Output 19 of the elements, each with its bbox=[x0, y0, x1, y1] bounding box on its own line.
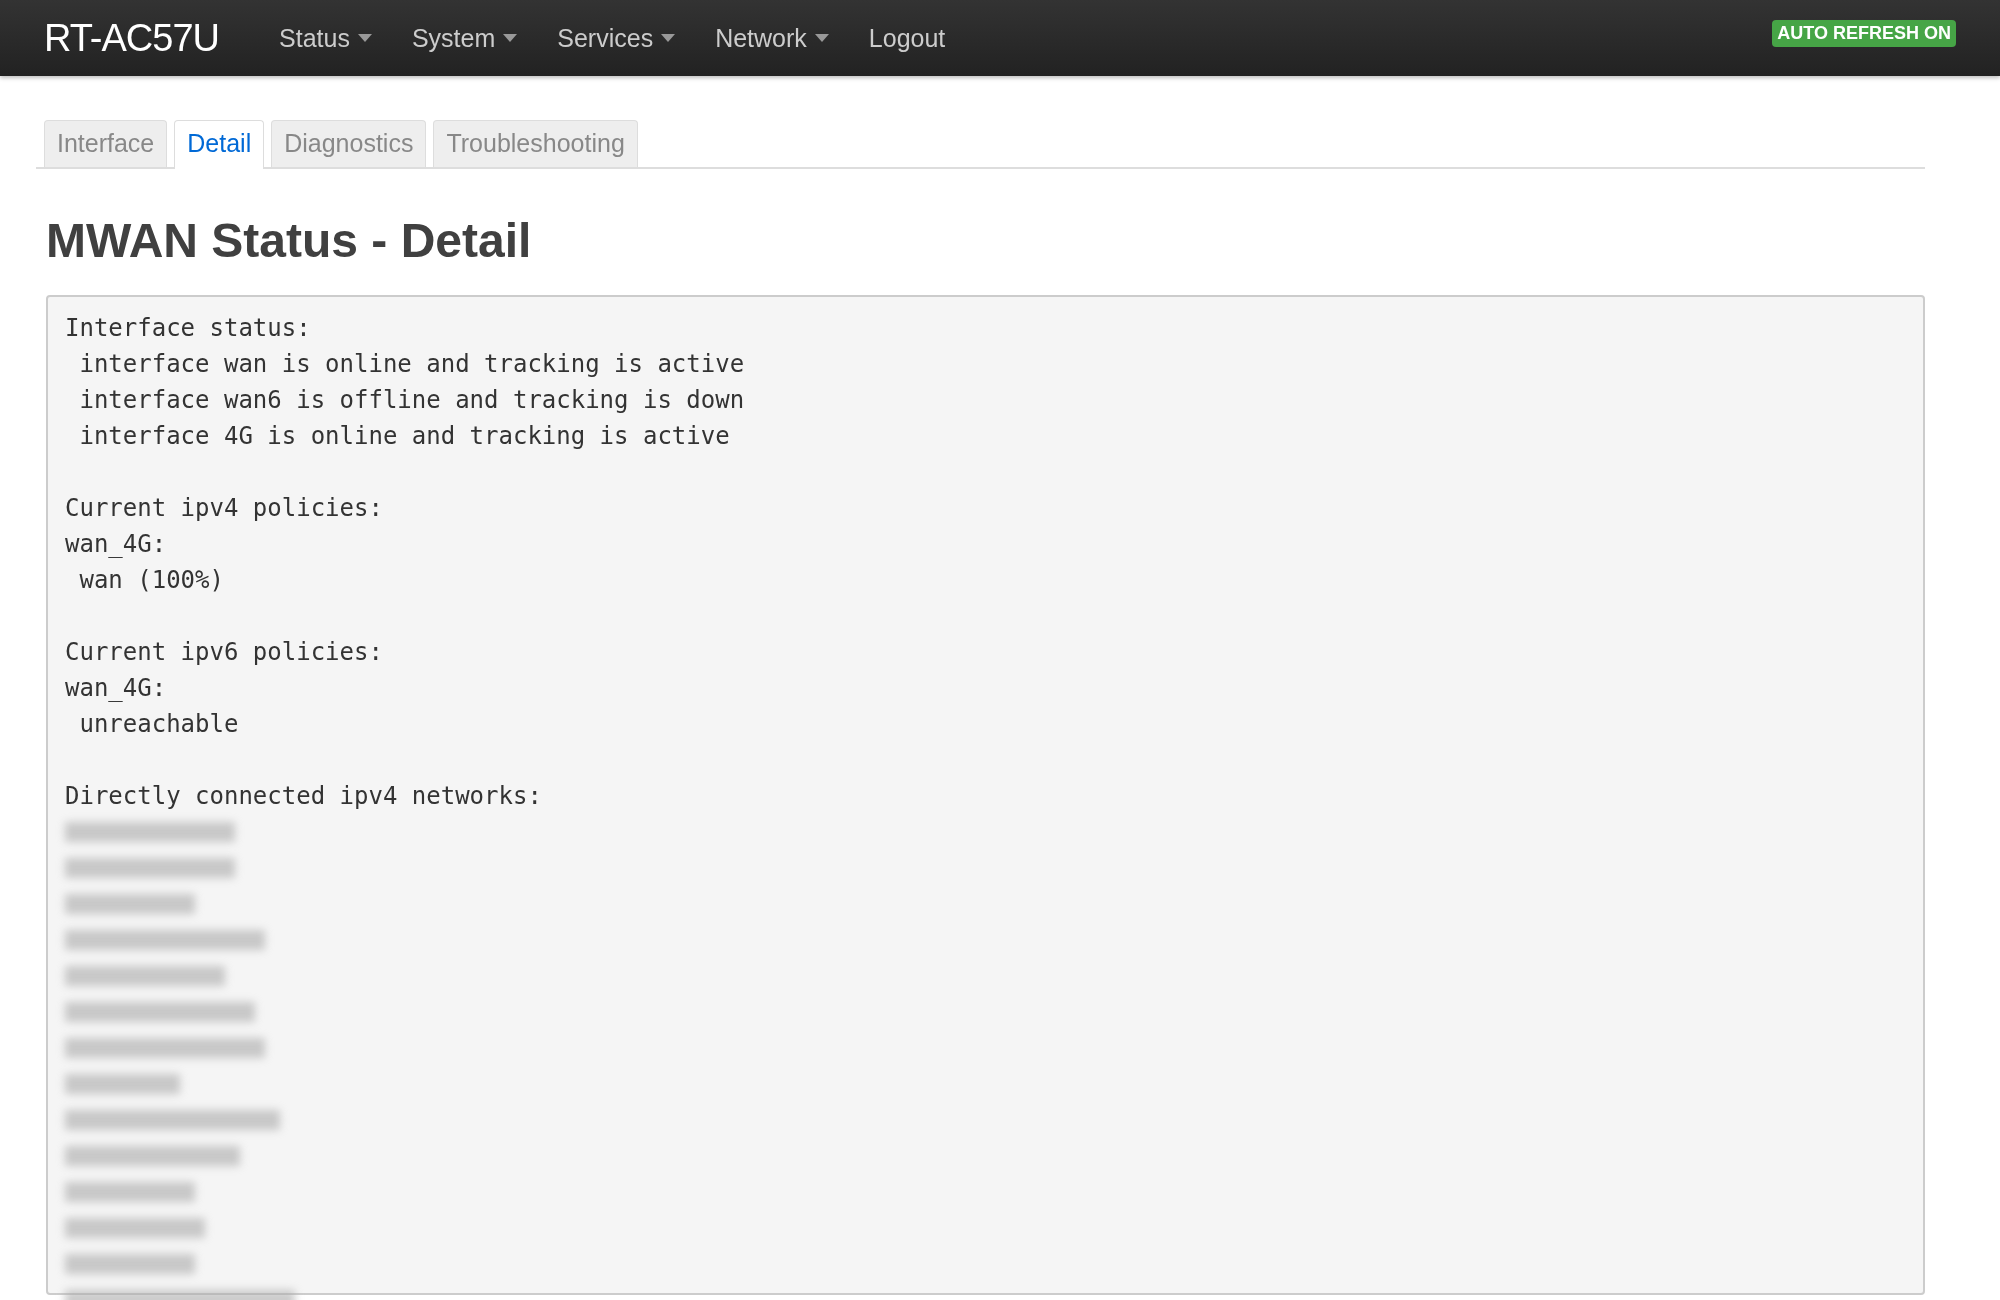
output-line: Interface status: bbox=[65, 314, 311, 342]
menu-item[interactable]: Network bbox=[715, 23, 829, 53]
output-line: Directly connected ipv4 networks: bbox=[65, 782, 542, 810]
output-line: wan_4G: bbox=[65, 674, 167, 702]
output-line: wan (100%) bbox=[78, 566, 224, 594]
output-line: interface wan is online and tracking is active bbox=[78, 350, 745, 378]
output-line: Current ipv4 policies: bbox=[65, 494, 383, 522]
output-line: Current ipv6 policies: bbox=[65, 638, 383, 666]
tab[interactable]: Detail bbox=[174, 120, 265, 169]
output-line: wan_4G: bbox=[65, 530, 167, 558]
page-heading: MWAN Status - Detail bbox=[46, 213, 533, 268]
menu-item[interactable]: Status bbox=[279, 23, 372, 53]
menu-item[interactable]: Logout bbox=[868, 23, 946, 53]
menu-item[interactable]: Services bbox=[557, 23, 676, 53]
brand-title[interactable]: RT-AC57U bbox=[44, 16, 220, 60]
output-line: interface 4G is online and tracking is active bbox=[78, 422, 730, 450]
menu-item[interactable]: System bbox=[411, 23, 518, 53]
output-line: unreachable bbox=[78, 710, 239, 738]
output-line: interface wan6 is offline and tracking is down bbox=[78, 386, 745, 414]
